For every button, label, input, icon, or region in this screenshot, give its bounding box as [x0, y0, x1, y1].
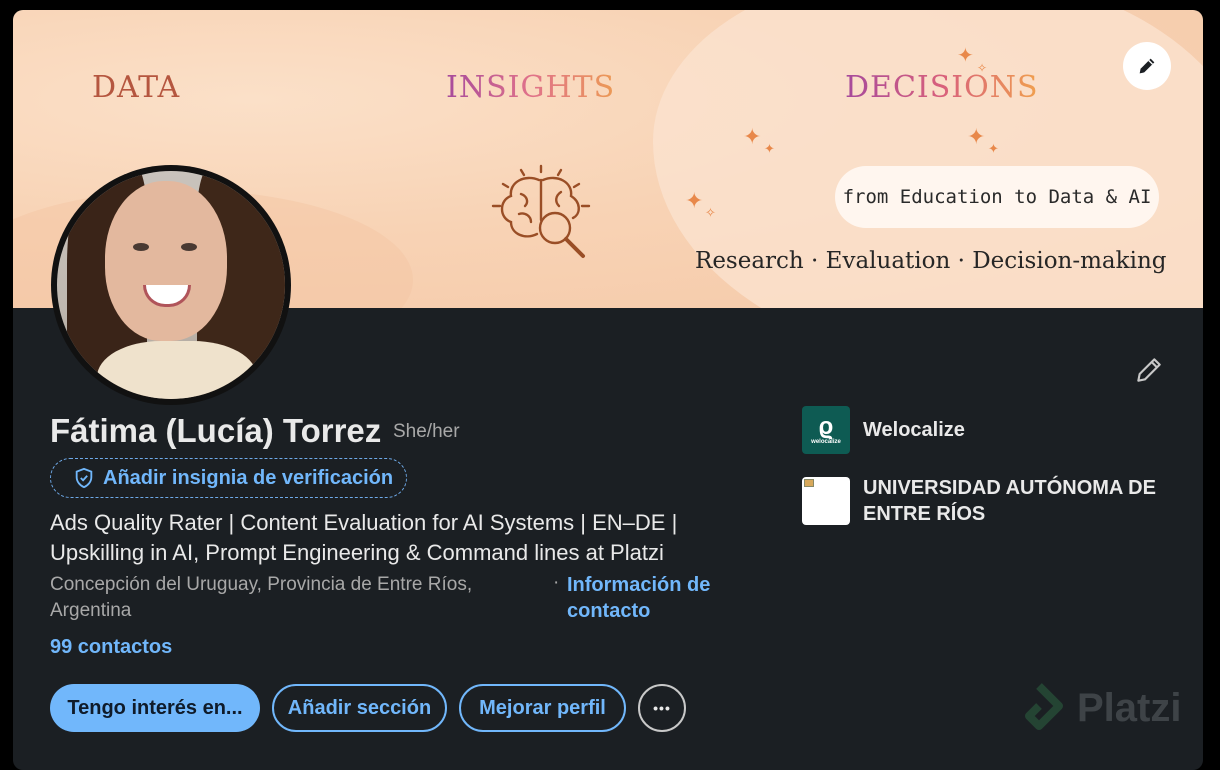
logo-wordmark: welocalize — [811, 439, 841, 445]
sparkle-icon: ✧ — [705, 205, 716, 220]
avatar-detail — [97, 341, 257, 399]
banner-word-data: DATA — [92, 70, 181, 105]
company-name: Welocalize — [863, 418, 965, 441]
verify-label: Añadir insignia de verificación — [103, 466, 394, 489]
profile-photo[interactable] — [51, 165, 291, 405]
logo-mark: ϱ — [818, 413, 834, 440]
banner-tagline: Research · Evaluation · Decision-making — [695, 248, 1167, 274]
sparkle-icon: ✦ — [743, 124, 762, 149]
connections-link[interactable]: 99 contactos — [50, 636, 172, 659]
avatar-detail — [133, 243, 149, 251]
broken-image-icon — [804, 479, 814, 487]
sparkle-icon: ✦ — [685, 188, 704, 213]
platzi-logo-icon — [1025, 683, 1063, 730]
welocalize-logo: ϱ welocalize — [802, 406, 850, 454]
platzi-watermark: Platzi — [1013, 682, 1181, 734]
banner-word-decisions: DECISIONS — [845, 70, 1039, 105]
banner-tagline-pill: from Education to Data & AI — [835, 166, 1159, 228]
add-section-button[interactable]: Añadir sección — [272, 684, 447, 732]
avatar-detail — [105, 181, 227, 341]
education-uader[interactable]: UNIVERSIDAD AUTÓNOMA DE ENTRE RÍOS — [802, 475, 1173, 527]
avatar — [57, 171, 285, 399]
shield-check-icon — [75, 467, 93, 489]
more-actions-button[interactable]: ••• — [638, 684, 686, 732]
avatar-detail — [143, 285, 191, 307]
watermark-text: Platzi — [1077, 685, 1182, 730]
add-verification-badge-button[interactable]: Añadir insignia de verificación — [50, 458, 407, 498]
edit-profile-button[interactable] — [1131, 352, 1167, 388]
sparkle-icon: ✦ — [957, 45, 974, 67]
sparkle-icon: ✦ — [764, 141, 775, 156]
school-name: UNIVERSIDAD AUTÓNOMA DE ENTRE RÍOS — [863, 477, 1156, 525]
profile-card: DATA INSIGHTS DECISIONS ✦ ✧ ✦ ✦ ✦ ✦ ✦ ✧ — [13, 10, 1203, 770]
sparkle-icon: ✦ — [988, 141, 999, 156]
profile-pronouns: She/her — [393, 421, 460, 442]
pencil-icon — [1139, 58, 1155, 74]
separator-dot: · — [553, 572, 560, 593]
more-dots-icon: ••• — [653, 700, 671, 716]
profile-headline: Ads Quality Rater | Content Evaluation f… — [50, 510, 678, 565]
company-welocalize[interactable]: ϱ welocalize Welocalize — [802, 406, 965, 454]
open-to-button[interactable]: Tengo interés en... — [50, 684, 260, 732]
profile-location: Concepción del Uruguay, Provincia de Ent… — [50, 574, 473, 621]
university-logo — [802, 477, 850, 525]
improve-profile-button[interactable]: Mejorar perfil — [459, 684, 626, 732]
edit-banner-button[interactable] — [1123, 42, 1171, 90]
banner-word-insights: INSIGHTS — [446, 70, 616, 105]
pencil-icon — [1137, 358, 1161, 382]
sparkle-icon: ✦ — [967, 124, 986, 149]
sparkle-icon: ✧ — [977, 61, 988, 75]
contact-info-link[interactable]: Información de contacto — [567, 572, 737, 624]
profile-name: Fátima (Lucía) Torrez — [50, 412, 382, 449]
brain-magnifier-icon — [491, 164, 591, 258]
avatar-detail — [181, 243, 197, 251]
